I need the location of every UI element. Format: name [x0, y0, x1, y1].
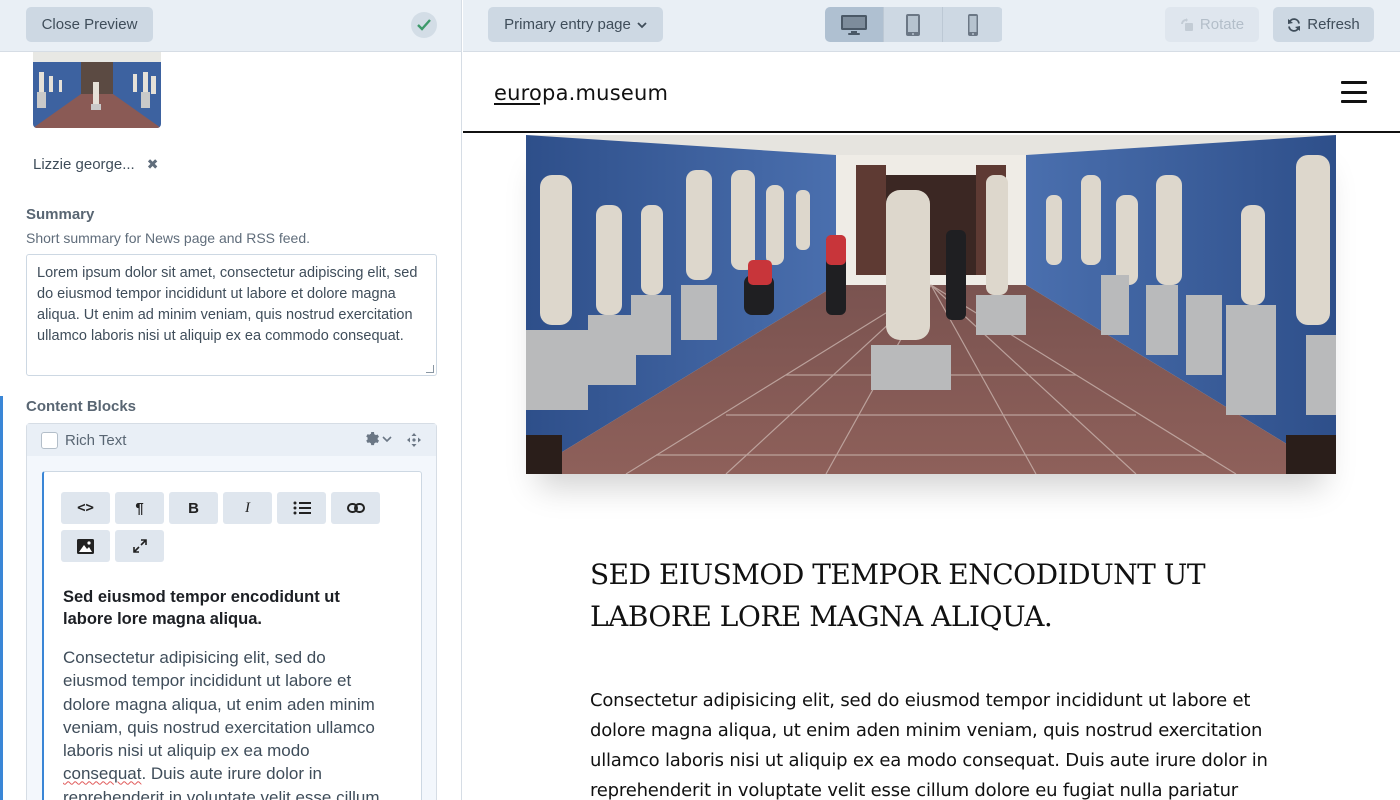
refresh-icon — [1288, 17, 1301, 32]
article-title: SED EIUSMOD TEMPOR ENCODIDUNT UT LABORE … — [590, 558, 1206, 633]
rich-text-block: Rich Text <> ¶ B I Sed eiusmod tempor en… — [26, 423, 437, 800]
asset-filename: Lizzie george... — [33, 156, 135, 173]
museum-gallery-image — [526, 135, 1336, 475]
link-button[interactable] — [331, 492, 380, 524]
hamburger-menu-icon[interactable] — [1341, 81, 1367, 103]
asset-row: Lizzie george... ✖ — [33, 156, 158, 173]
chevron-down-icon — [382, 436, 392, 443]
italic-icon: I — [245, 499, 250, 516]
gear-icon — [366, 432, 379, 446]
paragraph-icon: ¶ — [135, 499, 144, 517]
image-icon — [77, 538, 94, 554]
refresh-label: Refresh — [1307, 16, 1360, 33]
link-icon — [346, 503, 365, 513]
desktop-icon — [841, 14, 867, 35]
checkmark-icon — [417, 19, 431, 31]
asset-thumbnail[interactable] — [33, 52, 161, 128]
rotate-button[interactable]: Rotate — [1165, 7, 1259, 42]
site-logo[interactable]: europa.museum — [494, 81, 668, 105]
saved-status-badge — [411, 12, 437, 38]
refresh-button[interactable]: Refresh — [1273, 7, 1374, 42]
desktop-view-button[interactable] — [825, 7, 884, 42]
italic-button[interactable]: I — [223, 492, 272, 524]
close-preview-button[interactable]: Close Preview — [26, 7, 153, 42]
close-preview-label: Close Preview — [41, 16, 138, 33]
phone-view-button[interactable] — [943, 7, 1002, 42]
source-code-button[interactable]: <> — [61, 492, 110, 524]
site-navbar: europa.museum — [463, 53, 1400, 133]
summary-label: Summary — [26, 206, 95, 223]
bold-button[interactable]: B — [169, 492, 218, 524]
block-settings-button[interactable] — [365, 432, 392, 446]
remove-asset-icon[interactable]: ✖ — [147, 156, 159, 173]
block-select-checkbox[interactable] — [41, 431, 58, 449]
tablet-icon — [906, 13, 920, 36]
block-header: Rich Text — [27, 424, 436, 456]
rich-text-editor[interactable]: <> ¶ B I Sed eiusmod tempor encodidunt u… — [42, 471, 422, 800]
site-preview-frame: europa.museum SED EIUSMOD TEMPOR ENCODID… — [463, 53, 1400, 800]
list-icon — [293, 501, 311, 515]
article-body: Consectetur adipisicing elit, sed do eiu… — [590, 690, 1268, 800]
expand-icon — [132, 539, 147, 553]
hero-image — [526, 135, 1336, 475]
editor-toolbar: Close Preview — [0, 0, 461, 52]
summary-help-text: Short summary for News page and RSS feed… — [26, 230, 311, 246]
logo-underline — [494, 103, 540, 105]
chevron-down-icon — [637, 21, 647, 28]
tablet-view-button[interactable] — [884, 7, 943, 42]
rte-heading: Sed eiusmod tempor encodidunt ut labore … — [63, 588, 340, 628]
content-blocks-accent-bar — [0, 396, 3, 800]
drag-handle[interactable] — [407, 433, 421, 451]
move-icon — [407, 433, 421, 447]
device-toggle-group — [825, 7, 1003, 42]
rotate-icon — [1180, 17, 1193, 31]
rte-paragraph-text: Consectetur adipisicing elit, sed do eiu… — [63, 648, 375, 761]
summary-textarea[interactable]: Lorem ipsum dolor sit amet, consectetur … — [26, 254, 437, 376]
entry-page-select-label: Primary entry page — [504, 16, 631, 33]
editor-pane: Lizzie george... ✖ Summary Short summary… — [0, 0, 462, 800]
paragraph-button[interactable]: ¶ — [115, 492, 164, 524]
rte-paragraph: Consectetur adipisicing elit, sed do eiu… — [63, 646, 393, 800]
entry-page-select[interactable]: Primary entry page — [488, 7, 663, 42]
summary-text: Lorem ipsum dolor sit amet, consectetur … — [37, 265, 418, 344]
content-blocks-label: Content Blocks — [26, 398, 137, 415]
spellcheck-flagged-word: consequat — [63, 764, 142, 784]
preview-toolbar: Primary entry page Rotate Refresh — [463, 0, 1400, 52]
textarea-resize-handle[interactable] — [426, 365, 434, 373]
list-button[interactable] — [277, 492, 326, 524]
phone-icon — [967, 13, 978, 36]
fullscreen-button[interactable] — [115, 530, 164, 562]
museum-thumbnail-image — [33, 52, 161, 128]
rotate-label: Rotate — [1199, 16, 1245, 33]
code-icon: <> — [77, 500, 94, 516]
bold-icon: B — [188, 499, 199, 517]
block-type-label: Rich Text — [65, 431, 127, 449]
image-button[interactable] — [61, 530, 110, 562]
